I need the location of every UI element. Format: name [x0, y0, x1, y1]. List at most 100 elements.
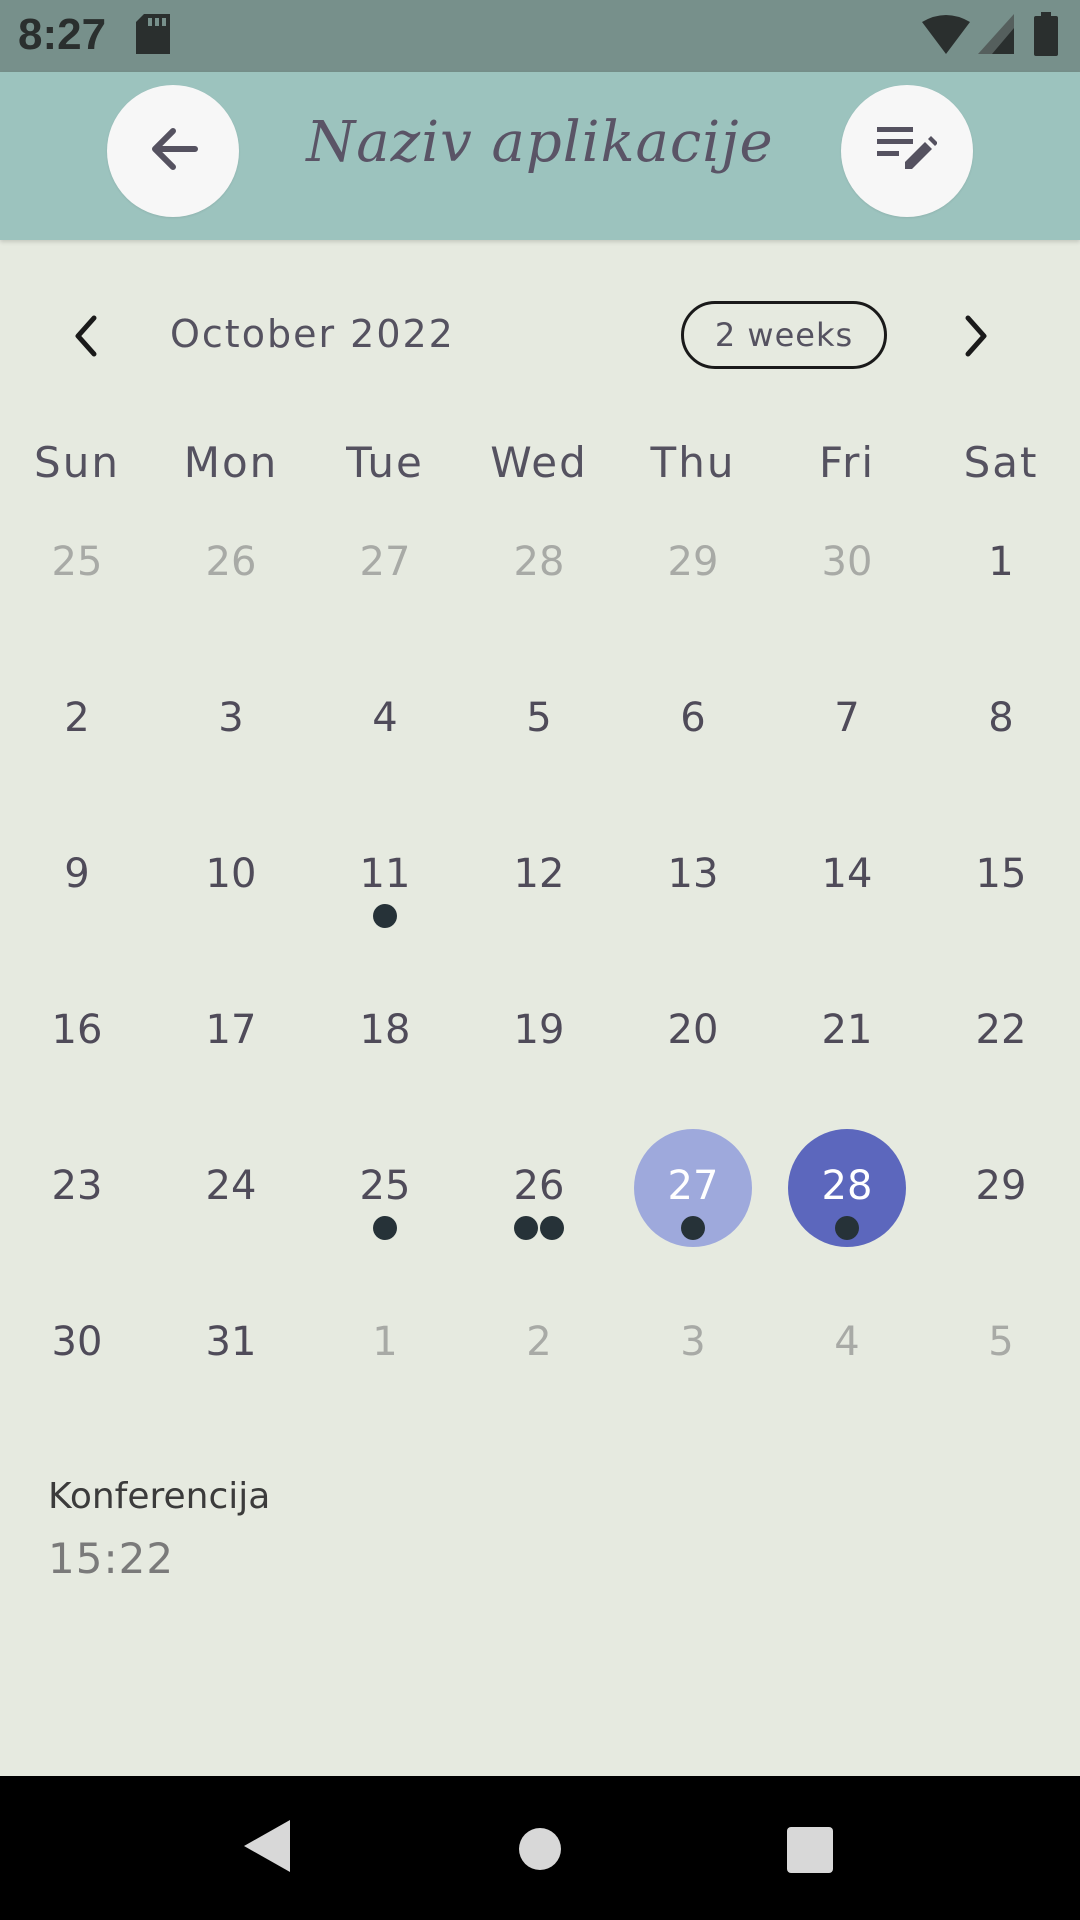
calendar-day[interactable]: 1 [308, 1318, 462, 1438]
event-markers [924, 748, 1078, 774]
format-button[interactable]: 2 weeks [681, 301, 887, 369]
status-time: 8:27 [18, 10, 107, 59]
calendar-day[interactable]: 3 [616, 1318, 770, 1438]
event-title[interactable]: Konferencija [48, 1476, 270, 1517]
calendar-day[interactable]: 21 [770, 1006, 924, 1126]
calendar-day[interactable]: 13 [616, 850, 770, 970]
event-markers [770, 1216, 924, 1242]
calendar-day[interactable]: 16 [0, 1006, 154, 1126]
event-markers [154, 748, 308, 774]
day-number: 26 [513, 1163, 565, 1209]
event-markers [770, 904, 924, 930]
event-markers [308, 748, 462, 774]
calendar-day[interactable]: 20 [616, 1006, 770, 1126]
event-markers [616, 1060, 770, 1086]
calendar-day[interactable]: 24 [154, 1162, 308, 1282]
calendar-day[interactable]: 15 [924, 850, 1078, 970]
calendar-day[interactable]: 9 [0, 850, 154, 970]
event-markers [462, 1060, 616, 1086]
calendar-day[interactable]: 31 [154, 1318, 308, 1438]
nav-home-icon[interactable] [519, 1828, 561, 1870]
day-number: 15 [975, 851, 1027, 897]
calendar-day[interactable]: 5 [462, 694, 616, 814]
calendar-day[interactable]: 25 [308, 1162, 462, 1282]
arrow-left-icon [147, 123, 199, 179]
day-number: 27 [359, 539, 411, 585]
chevron-left-icon[interactable] [70, 312, 100, 364]
edit-button[interactable] [841, 85, 973, 217]
calendar-day[interactable]: 18 [308, 1006, 462, 1126]
weekday-label: Mon [183, 438, 279, 487]
calendar-day[interactable]: 26 [154, 538, 308, 658]
calendar-day[interactable]: 1 [924, 538, 1078, 658]
calendar-day[interactable]: 27 [308, 538, 462, 658]
event-markers [770, 592, 924, 618]
calendar-day-selected[interactable]: 28 [770, 1129, 924, 1282]
calendar-day[interactable]: 4 [770, 1318, 924, 1438]
calendar-day[interactable]: 6 [616, 694, 770, 814]
calendar-day[interactable]: 3 [154, 694, 308, 814]
event-markers [0, 904, 154, 930]
day-number: 16 [51, 1007, 103, 1053]
event-markers [924, 904, 1078, 930]
calendar-day[interactable]: 30 [0, 1318, 154, 1438]
day-number: 28 [821, 1163, 873, 1209]
event-markers [154, 592, 308, 618]
event-marker-dot [835, 1216, 859, 1240]
day-number: 29 [975, 1163, 1027, 1209]
day-number: 3 [680, 1319, 706, 1365]
chevron-right-icon[interactable] [962, 312, 992, 364]
navigation-bar [0, 1776, 1080, 1920]
day-number: 14 [821, 851, 873, 897]
event-markers [308, 1216, 462, 1242]
calendar-day[interactable]: 5 [924, 1318, 1078, 1438]
calendar-day[interactable]: 12 [462, 850, 616, 970]
day-number: 25 [359, 1163, 411, 1209]
calendar-day[interactable]: 29 [924, 1162, 1078, 1282]
nav-back-icon[interactable] [244, 1820, 290, 1876]
event-markers [924, 592, 1078, 618]
event-markers [0, 1060, 154, 1086]
back-button[interactable] [107, 85, 239, 217]
event-markers [462, 904, 616, 930]
event-markers [0, 1216, 154, 1242]
day-number: 4 [834, 1319, 860, 1365]
calendar-day[interactable]: 2 [462, 1318, 616, 1438]
event-marker-dot [681, 1216, 705, 1240]
weekday-label: Tue [346, 438, 424, 487]
battery-icon [1034, 12, 1058, 60]
calendar-day[interactable]: 11 [308, 850, 462, 970]
app-bar: Naziv aplikacije [0, 72, 1080, 240]
weekday-label: Fri [818, 438, 876, 487]
event-markers [462, 592, 616, 618]
calendar-day[interactable]: 28 [462, 538, 616, 658]
month-title: October 2022 [170, 312, 455, 356]
calendar-day[interactable]: 30 [770, 538, 924, 658]
calendar-day[interactable]: 14 [770, 850, 924, 970]
calendar-day[interactable]: 17 [154, 1006, 308, 1126]
day-number: 22 [975, 1007, 1027, 1053]
calendar-day[interactable]: 4 [308, 694, 462, 814]
calendar-day[interactable]: 10 [154, 850, 308, 970]
day-number: 2 [64, 695, 90, 741]
calendar-day[interactable]: 2 [0, 694, 154, 814]
day-number: 18 [359, 1007, 411, 1053]
event-markers [462, 1372, 616, 1398]
calendar-day[interactable]: 23 [0, 1162, 154, 1282]
nav-recents-icon[interactable] [787, 1827, 833, 1873]
calendar-day[interactable]: 19 [462, 1006, 616, 1126]
day-number: 2 [526, 1319, 552, 1365]
calendar-day[interactable]: 25 [0, 538, 154, 658]
event-markers [308, 1060, 462, 1086]
calendar-day-selected[interactable]: 27 [616, 1129, 770, 1282]
calendar-day[interactable]: 22 [924, 1006, 1078, 1126]
edit-list-icon [877, 125, 938, 177]
calendar-day[interactable]: 8 [924, 694, 1078, 814]
calendar-day[interactable]: 26 [462, 1162, 616, 1282]
calendar-day[interactable]: 29 [616, 538, 770, 658]
calendar-day[interactable]: 7 [770, 694, 924, 814]
event-marker-dot [373, 1216, 397, 1240]
event-markers [616, 748, 770, 774]
day-number: 30 [821, 539, 873, 585]
day-number: 12 [513, 851, 565, 897]
